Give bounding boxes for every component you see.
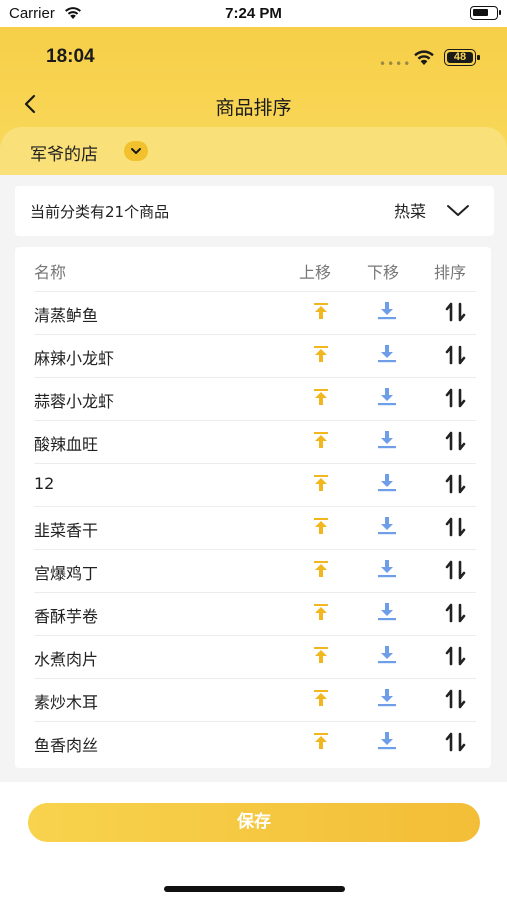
table-row: 韭菜香干 [15, 506, 491, 549]
product-name: 麻辣小龙虾 [34, 349, 115, 368]
table-row: 宫爆鸡丁 [15, 549, 491, 592]
table-row: 香酥芋卷 [15, 592, 491, 635]
move-bottom-icon[interactable] [376, 602, 398, 626]
product-name: 清蒸鲈鱼 [34, 306, 99, 325]
app-clock: 18:04 [46, 46, 95, 67]
sort-updown-icon[interactable] [445, 431, 467, 455]
chevron-down-icon[interactable] [124, 141, 148, 161]
sort-updown-icon[interactable] [445, 388, 467, 412]
header-sort: 排序 [434, 263, 467, 282]
move-bottom-icon[interactable] [376, 731, 398, 755]
category-select[interactable]: 热菜 [394, 198, 426, 222]
move-bottom-icon[interactable] [376, 473, 398, 497]
shop-name: 军爷的店 [30, 145, 98, 165]
move-bottom-icon[interactable] [376, 516, 398, 540]
battery-icon [470, 6, 501, 20]
category-summary: 当前分类有21个商品 热菜 [15, 186, 494, 236]
product-sort-table: 名称 上移 下移 排序 清蒸鲈鱼麻辣小龙虾蒜蓉小龙虾酸辣血旺 12 韭菜香干宫爆鸡丁… [15, 247, 491, 768]
sort-updown-icon[interactable] [445, 732, 467, 756]
sort-updown-icon[interactable] [445, 646, 467, 670]
product-name: 蒜蓉小龙虾 [34, 392, 115, 411]
device-clock: 7:24 PM [225, 5, 282, 22]
table-row: 鱼香肉丝 [15, 721, 491, 764]
move-top-icon[interactable] [312, 603, 330, 625]
table-row: 12 [15, 463, 491, 506]
sort-updown-icon[interactable] [445, 560, 467, 584]
move-top-icon[interactable] [312, 732, 330, 754]
sort-updown-icon[interactable] [445, 302, 467, 326]
move-top-icon[interactable] [312, 345, 330, 367]
move-bottom-icon[interactable] [376, 559, 398, 583]
shop-selector[interactable]: 军爷的店 [0, 127, 507, 175]
page-title: 商品排序 [215, 97, 292, 119]
move-top-icon[interactable] [312, 689, 330, 711]
product-name: 12 [34, 474, 55, 493]
device-status-bar: Carrier 7:24 PM [0, 0, 507, 27]
wifi-icon [414, 50, 434, 65]
chevron-down-icon[interactable] [445, 201, 471, 219]
move-bottom-icon[interactable] [376, 688, 398, 712]
battery-percent: 48 [453, 51, 467, 63]
move-bottom-icon[interactable] [376, 344, 398, 368]
save-button[interactable]: 保存 [28, 803, 480, 842]
nav-bar: 商品排序 [0, 85, 507, 123]
home-indicator [164, 886, 345, 892]
sort-updown-icon[interactable] [445, 474, 467, 498]
sort-updown-icon[interactable] [445, 345, 467, 369]
move-top-icon[interactable] [312, 517, 330, 539]
move-bottom-icon[interactable] [376, 645, 398, 669]
battery-level: 48 [444, 49, 480, 66]
header-move-up: 上移 [299, 263, 332, 282]
table-row: 酸辣血旺 [15, 420, 491, 463]
sort-updown-icon[interactable] [445, 689, 467, 713]
header: 18:04 •••• 48 商品排序 军爷的店 [0, 27, 507, 175]
move-top-icon[interactable] [312, 646, 330, 668]
signal-dots-icon: •••• [379, 57, 412, 71]
table-row: 麻辣小龙虾 [15, 334, 491, 377]
header-name: 名称 [34, 263, 67, 282]
product-count: 当前分类有21个商品 [30, 203, 170, 221]
move-top-icon[interactable] [312, 388, 330, 410]
table-row: 水煮肉片 [15, 635, 491, 678]
move-top-icon[interactable] [312, 474, 330, 496]
table-header: 名称 上移 下移 排序 [15, 247, 491, 291]
table-row: 素炒木耳 [15, 678, 491, 721]
move-top-icon[interactable] [312, 302, 330, 324]
move-bottom-icon[interactable] [376, 301, 398, 325]
move-bottom-icon[interactable] [376, 430, 398, 454]
move-top-icon[interactable] [312, 560, 330, 582]
app-status-bar: 18:04 •••• 48 [0, 27, 507, 85]
move-top-icon[interactable] [312, 431, 330, 453]
table-row: 蒜蓉小龙虾 [15, 377, 491, 420]
product-name: 香酥芋卷 [34, 607, 99, 626]
table-row: 清蒸鲈鱼 [15, 291, 491, 334]
product-name: 素炒木耳 [34, 693, 99, 712]
sort-updown-icon[interactable] [445, 603, 467, 627]
product-name: 鱼香肉丝 [34, 736, 99, 755]
table-body: 清蒸鲈鱼麻辣小龙虾蒜蓉小龙虾酸辣血旺 12 韭菜香干宫爆鸡丁香酥芋卷水煮肉片素炒木耳… [15, 291, 491, 764]
product-name: 酸辣血旺 [34, 435, 99, 454]
header-move-down: 下移 [367, 263, 400, 282]
sort-updown-icon[interactable] [445, 517, 467, 541]
product-name: 水煮肉片 [34, 650, 99, 669]
move-bottom-icon[interactable] [376, 387, 398, 411]
product-name: 韭菜香干 [34, 521, 99, 540]
product-name: 宫爆鸡丁 [34, 564, 99, 583]
